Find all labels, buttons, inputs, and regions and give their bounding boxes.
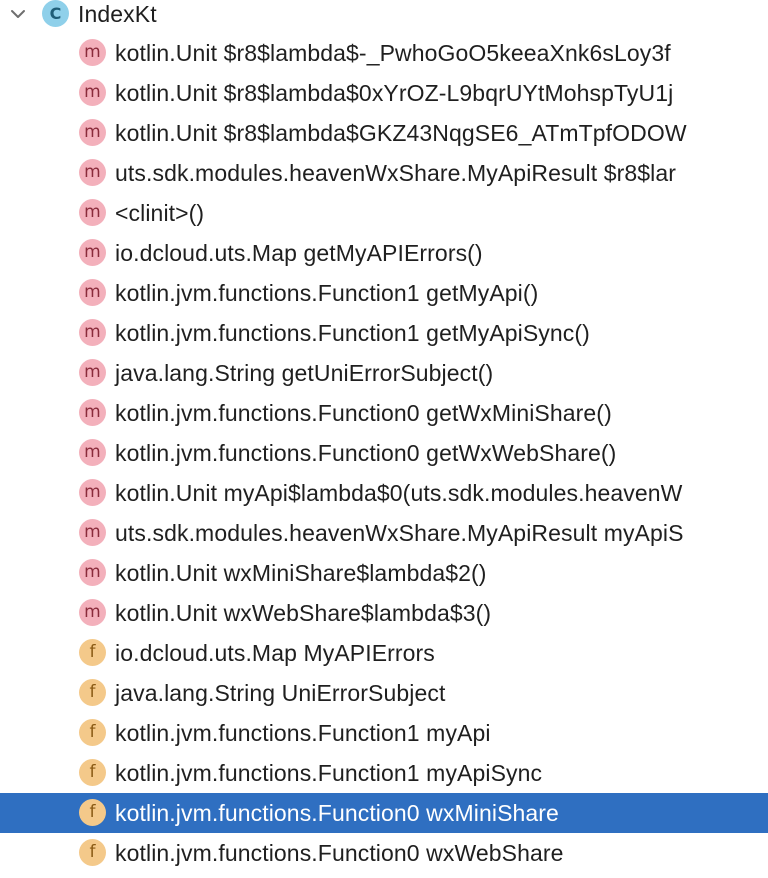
method-icon: m	[79, 559, 106, 586]
member-label: kotlin.jvm.functions.Function0 wxMiniSha…	[115, 800, 559, 826]
member-label: kotlin.jvm.functions.Function0 wxWebShar…	[115, 840, 564, 866]
member-label: uts.sdk.modules.heavenWxShare.MyApiResul…	[115, 160, 676, 186]
field-icon: f	[79, 839, 106, 866]
field-icon: f	[79, 679, 106, 706]
tree-member-method[interactable]: m io.dcloud.uts.Map getMyAPIErrors()	[0, 233, 768, 273]
member-label: java.lang.String getUniErrorSubject()	[115, 360, 494, 386]
member-label: uts.sdk.modules.heavenWxShare.MyApiResul…	[115, 520, 684, 546]
method-icon: m	[79, 519, 106, 546]
field-icon: f	[79, 799, 106, 826]
method-icon: m	[79, 479, 106, 506]
tree-member-method[interactable]: m kotlin.Unit $r8$lambda$0xYrOZ-L9bqrUYt…	[0, 73, 768, 113]
member-label: kotlin.Unit wxMiniShare$lambda$2()	[115, 560, 487, 586]
tree-member-field[interactable]: f io.dcloud.uts.Map MyAPIErrors	[0, 633, 768, 673]
member-label: kotlin.jvm.functions.Function1 getMyApiS…	[115, 320, 590, 346]
field-icon: f	[79, 719, 106, 746]
tree-node-label: IndexKt	[78, 1, 157, 27]
tree-member-method[interactable]: m kotlin.Unit wxMiniShare$lambda$2()	[0, 553, 768, 593]
method-icon: m	[79, 439, 106, 466]
method-icon: m	[79, 399, 106, 426]
tree-member-field[interactable]: f kotlin.jvm.functions.Function1 myApiSy…	[0, 753, 768, 793]
tree-member-method[interactable]: m <clinit>()	[0, 193, 768, 233]
tree-member-method[interactable]: m java.lang.String getUniErrorSubject()	[0, 353, 768, 393]
method-icon: m	[79, 359, 106, 386]
member-label: kotlin.Unit myApi$lambda$0(uts.sdk.modul…	[115, 480, 683, 506]
member-label: io.dcloud.uts.Map MyAPIErrors	[115, 640, 435, 666]
tree-member-field[interactable]: f kotlin.jvm.functions.Function1 myApi	[0, 713, 768, 753]
tree-member-field[interactable]: f java.lang.String UniErrorSubject	[0, 673, 768, 713]
tree-member-method[interactable]: m uts.sdk.modules.heavenWxShare.MyApiRes…	[0, 513, 768, 553]
tree-member-method[interactable]: m uts.sdk.modules.heavenWxShare.MyApiRes…	[0, 153, 768, 193]
tree-member-field-selected[interactable]: f kotlin.jvm.functions.Function0 wxMiniS…	[0, 793, 768, 833]
member-label: kotlin.jvm.functions.Function0 getWxWebS…	[115, 440, 617, 466]
member-label: kotlin.Unit wxWebShare$lambda$3()	[115, 600, 492, 626]
method-icon: m	[79, 199, 106, 226]
member-label: kotlin.jvm.functions.Function1 myApiSync	[115, 760, 543, 786]
member-label: kotlin.jvm.functions.Function1 myApi	[115, 720, 491, 746]
member-label: kotlin.Unit $r8$lambda$0xYrOZ-L9bqrUYtMo…	[115, 80, 674, 106]
method-icon: m	[79, 79, 106, 106]
method-icon: m	[79, 119, 106, 146]
member-label: <clinit>()	[115, 200, 205, 226]
method-icon: m	[79, 239, 106, 266]
field-icon: f	[79, 639, 106, 666]
tree-member-method[interactable]: m kotlin.jvm.functions.Function1 getMyAp…	[0, 273, 768, 313]
chevron-down-icon[interactable]	[8, 4, 28, 24]
structure-tree: C IndexKt m kotlin.Unit $r8$lambda$-_Pwh…	[0, 0, 768, 878]
method-icon: m	[79, 39, 106, 66]
method-icon: m	[79, 279, 106, 306]
member-label: kotlin.jvm.functions.Function1 getMyApi(…	[115, 280, 539, 306]
field-icon: f	[79, 759, 106, 786]
member-label: kotlin.jvm.functions.Function0 getWxMini…	[115, 400, 612, 426]
member-label: kotlin.Unit $r8$lambda$-_PwhoGoO5keeaXnk…	[115, 40, 671, 66]
tree-member-method[interactable]: m kotlin.jvm.functions.Function0 getWxMi…	[0, 393, 768, 433]
tree-member-method[interactable]: m kotlin.Unit $r8$lambda$GKZ43NqgSE6_ATm…	[0, 113, 768, 153]
method-icon: m	[79, 159, 106, 186]
tree-member-method[interactable]: m kotlin.Unit wxWebShare$lambda$3()	[0, 593, 768, 633]
tree-member-method[interactable]: m kotlin.Unit $r8$lambda$-_PwhoGoO5keeaX…	[0, 33, 768, 73]
member-label: java.lang.String UniErrorSubject	[115, 680, 446, 706]
method-icon: m	[79, 599, 106, 626]
tree-member-field[interactable]: f kotlin.jvm.functions.Function0 wxWebSh…	[0, 833, 768, 873]
tree-node-indexkt[interactable]: C IndexKt	[0, 0, 768, 34]
class-icon: C	[42, 0, 69, 27]
method-icon: m	[79, 319, 106, 346]
tree-member-method[interactable]: m kotlin.jvm.functions.Function0 getWxWe…	[0, 433, 768, 473]
member-label: kotlin.Unit $r8$lambda$GKZ43NqgSE6_ATmTp…	[115, 120, 687, 146]
member-label: io.dcloud.uts.Map getMyAPIErrors()	[115, 240, 483, 266]
tree-member-method[interactable]: m kotlin.Unit myApi$lambda$0(uts.sdk.mod…	[0, 473, 768, 513]
tree-member-method[interactable]: m kotlin.jvm.functions.Function1 getMyAp…	[0, 313, 768, 353]
